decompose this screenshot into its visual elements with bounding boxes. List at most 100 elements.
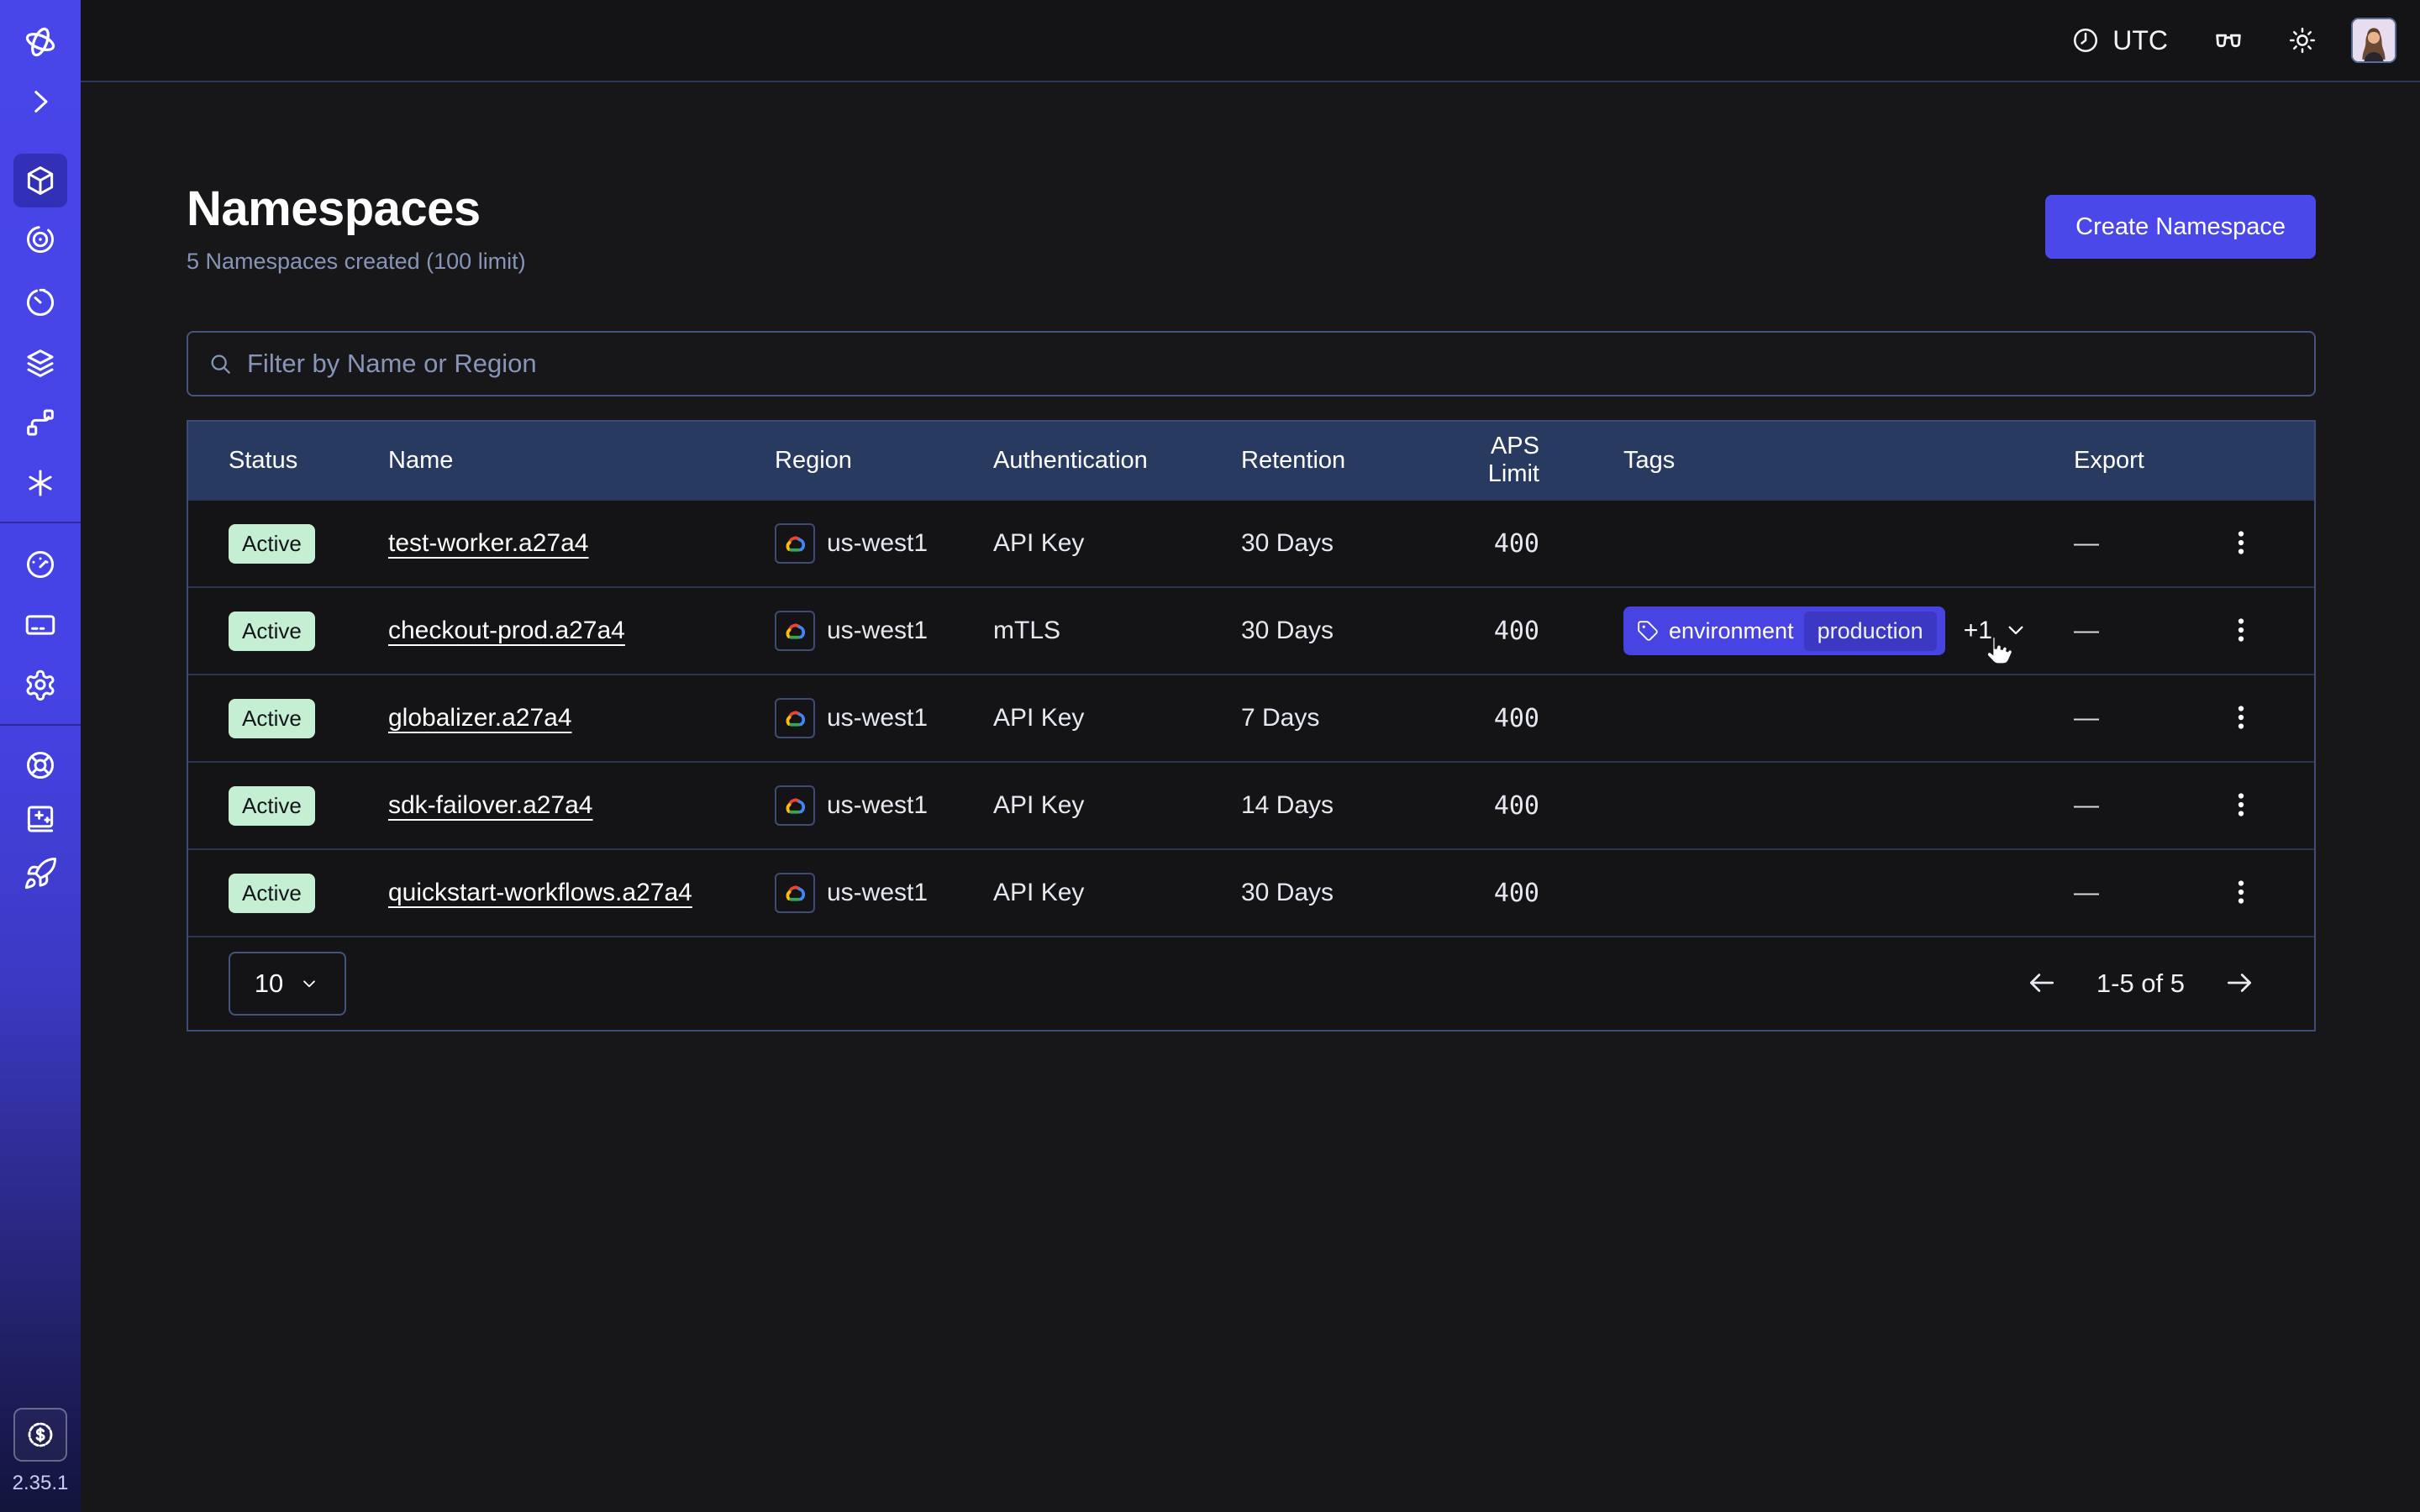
rocket-icon — [23, 856, 58, 891]
column-header-tags: Tags — [1539, 447, 2074, 475]
credits-badge-button[interactable] — [13, 1408, 67, 1462]
namespace-link[interactable]: globalizer.a27a4 — [388, 704, 572, 732]
table-row: Active globalizer.a27a4 us-west1 API Key7 D… — [188, 674, 2314, 761]
timezone-label: UTC — [2112, 25, 2168, 56]
region-name: us-west1 — [827, 879, 928, 907]
sidebar-item-namespaces[interactable] — [13, 154, 67, 207]
timezone-button[interactable]: UTC — [2070, 25, 2168, 56]
sidebar-item-schedules[interactable] — [13, 276, 67, 329]
namespaces-table: StatusNameRegionAuthenticationRetentionA… — [187, 420, 2316, 1032]
temporal-logo-icon — [21, 23, 60, 61]
status-badge: Active — [229, 874, 315, 913]
namespace-link[interactable]: quickstart-workflows.a27a4 — [388, 879, 692, 906]
page-title: Namespaces — [187, 181, 526, 237]
row-menu-button[interactable] — [2217, 869, 2265, 916]
sidebar-item-monitor[interactable] — [13, 213, 67, 266]
sidebar-logo[interactable] — [13, 15, 67, 69]
sidebar-item-getting-started[interactable] — [13, 847, 67, 900]
sidebar-item-billing[interactable] — [13, 598, 67, 652]
kebab-icon — [2226, 702, 2256, 732]
sidebar-item-release-notes[interactable] — [13, 792, 67, 846]
gear-icon — [23, 667, 58, 702]
chevron-right-icon — [23, 84, 58, 119]
readability-button[interactable] — [2212, 24, 2245, 57]
aps-limit-cell: 400 — [1434, 879, 1539, 908]
timer-icon — [23, 285, 58, 320]
region-name: us-west1 — [827, 617, 928, 645]
table-row: Active quickstart-workflows.a27a4 us-west1… — [188, 848, 2314, 936]
export-cell: — — [2074, 704, 2208, 732]
row-menu-button[interactable] — [2217, 695, 2265, 742]
sidebar-item-nexus[interactable] — [13, 456, 67, 510]
tags-cell: environmentproduction+1 — [1539, 606, 2074, 655]
create-namespace-button[interactable]: Create Namespace — [2045, 195, 2316, 259]
region-cell: us-west1 — [775, 523, 993, 564]
theme-toggle-button[interactable] — [2287, 25, 2317, 55]
sidebar-item-support[interactable] — [13, 738, 67, 792]
user-avatar[interactable] — [2351, 18, 2396, 63]
aps-limit-cell: 400 — [1434, 617, 1539, 646]
column-header-region: Region — [775, 447, 993, 475]
pager: 1-5 of 5 — [2026, 967, 2255, 1001]
page-size-value: 10 — [255, 969, 283, 999]
authentication-cell: API Key — [993, 704, 1241, 732]
app-version: 2.35.1 — [0, 1472, 81, 1495]
row-menu-button[interactable] — [2217, 607, 2265, 654]
aps-limit-cell: 400 — [1434, 529, 1539, 559]
row-menu-button[interactable] — [2217, 520, 2265, 567]
sidebar-divider — [0, 724, 81, 726]
gcp-icon — [775, 873, 815, 913]
column-header-status: Status — [229, 447, 388, 475]
filter-input[interactable] — [247, 349, 2296, 379]
namespace-link[interactable]: test-worker.a27a4 — [388, 529, 588, 557]
kebab-icon — [2226, 528, 2256, 558]
status-badge: Active — [229, 524, 315, 564]
gcp-icon — [775, 698, 815, 738]
tags-expand-button[interactable] — [2002, 617, 2029, 646]
page-size-select[interactable]: 10 — [229, 952, 346, 1016]
tag-key: environment — [1669, 618, 1794, 644]
sidebar-item-stacks[interactable] — [13, 336, 67, 390]
sidebar-item-deployments[interactable] — [13, 396, 67, 449]
table-row: Activetest-worker.a27a4us-west1API Key30… — [188, 499, 2314, 586]
region-cell: us-west1 — [775, 698, 993, 738]
authentication-cell: mTLS — [993, 617, 1241, 645]
sidebar-item-settings[interactable] — [13, 658, 67, 711]
export-cell: — — [2074, 879, 2208, 907]
tag-pill[interactable]: environmentproduction — [1623, 606, 1945, 655]
row-menu-button[interactable] — [2217, 782, 2265, 829]
retention-cell: 14 Days — [1241, 791, 1434, 820]
region-name: us-west1 — [827, 529, 928, 558]
region-name: us-west1 — [827, 704, 928, 732]
gcp-icon — [775, 785, 815, 826]
sidebar-item-usage[interactable] — [13, 538, 67, 591]
layers-icon — [23, 345, 58, 381]
aps-limit-cell: 400 — [1434, 704, 1539, 733]
column-header-authentication: Authentication — [993, 447, 1241, 475]
retention-cell: 7 Days — [1241, 704, 1434, 732]
kebab-icon — [2226, 615, 2256, 645]
next-page-button[interactable] — [2223, 967, 2255, 1001]
region-cell: us-west1 — [775, 873, 993, 913]
lifebuoy-icon — [23, 748, 58, 783]
table-footer: 10 1-5 of 5 — [188, 936, 2314, 1030]
arrow-left-icon — [2026, 967, 2058, 999]
namespace-link[interactable]: sdk-failover.a27a4 — [388, 791, 593, 819]
page-subtitle: 5 Namespaces created (100 limit) — [187, 247, 526, 276]
table-row: Activesdk-failover.a27a4us-west1API Key1… — [188, 761, 2314, 848]
branch-icon — [23, 405, 58, 440]
previous-page-button[interactable] — [2026, 967, 2058, 1001]
sidebar-expand[interactable] — [13, 75, 67, 129]
gauge-icon — [23, 547, 58, 582]
card-icon — [23, 607, 58, 643]
sidebar: 2.35.1 — [0, 0, 81, 1512]
sidebar-divider — [0, 522, 81, 523]
chevron-down-icon — [298, 973, 320, 995]
chevron-down-icon — [2002, 617, 2029, 643]
namespace-link[interactable]: checkout-prod.a27a4 — [388, 617, 625, 644]
glasses-icon — [2212, 24, 2245, 57]
region-name: us-west1 — [827, 791, 928, 820]
column-header-name: Name — [388, 447, 775, 475]
book-sparkle-icon — [23, 801, 58, 837]
status-badge: Active — [229, 699, 315, 738]
